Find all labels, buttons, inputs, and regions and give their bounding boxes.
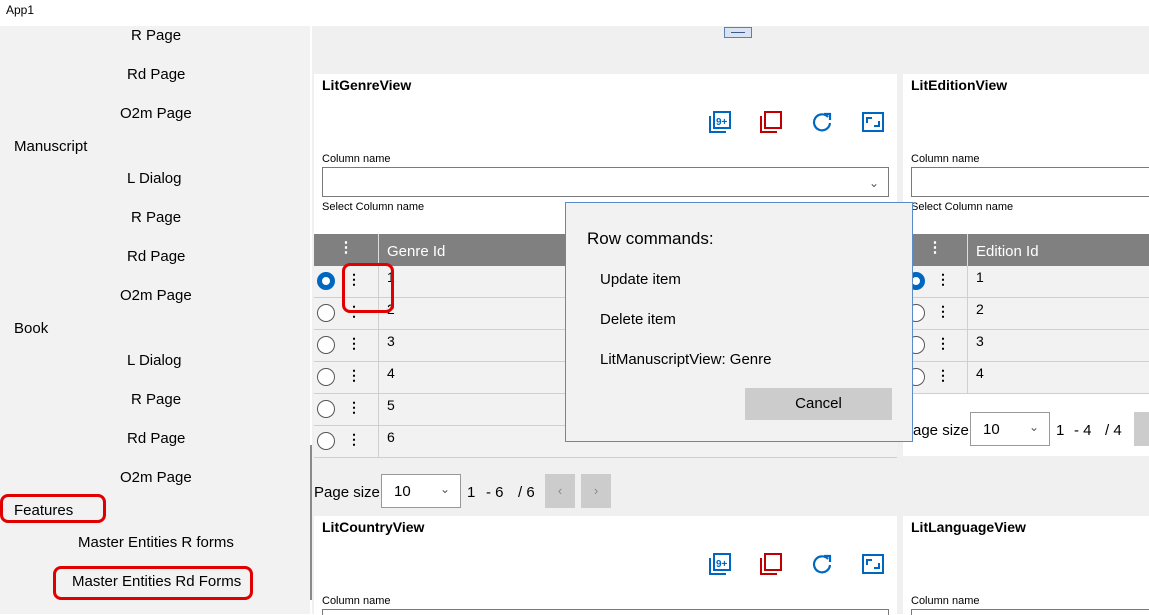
row-commands-flyout: Row commands: Update item Delete item Li… <box>565 202 913 442</box>
nav-group-book[interactable]: Book <box>14 320 48 337</box>
edition-id-column-header[interactable]: Edition Id <box>967 234 1039 266</box>
row-select-radio[interactable] <box>317 432 335 450</box>
page-size-combobox[interactable]: 10 ⌄ <box>970 412 1050 446</box>
delete-icon[interactable] <box>760 111 782 133</box>
row-select-radio[interactable] <box>317 400 335 418</box>
annotation-features-highlight <box>0 494 106 523</box>
row-select-radio[interactable] <box>317 304 335 322</box>
more-vertical-icon[interactable]: ⋮ <box>314 234 378 266</box>
chevron-down-icon: ⌄ <box>868 176 879 190</box>
delete-icon[interactable] <box>760 553 782 575</box>
nav-item-r-page[interactable]: R Page <box>131 27 181 44</box>
app-title: App1 <box>6 3 35 17</box>
prev-page-button[interactable] <box>1134 412 1149 446</box>
genre-id-column-header[interactable]: Genre Id <box>378 234 445 266</box>
next-page-button[interactable]: › <box>581 474 611 508</box>
add-many-icon[interactable]: 9+ <box>709 111 731 133</box>
row-select-radio[interactable] <box>317 336 335 354</box>
column-name-combobox[interactable] <box>322 609 889 615</box>
column-name-label: Column name <box>911 595 980 607</box>
range-start: 1 <box>1056 422 1065 439</box>
nav-item-l-dialog[interactable]: L Dialog <box>127 170 181 187</box>
row-menu-icon[interactable]: ⋮ <box>347 335 361 352</box>
open-manuscript-genre-command[interactable]: LitManuscriptView: Genre <box>600 351 771 368</box>
nav-item-rd-page[interactable]: Rd Page <box>127 248 185 265</box>
page-size-label: age size <box>913 422 969 439</box>
nav-item-o2m-page[interactable]: O2m Page <box>120 105 192 122</box>
chevron-down-icon: ⌄ <box>1028 420 1039 434</box>
title-bar: App1 <box>0 0 1149 26</box>
chevron-down-icon: ⌄ <box>439 482 450 496</box>
row-menu-icon[interactable]: ⋮ <box>347 367 361 384</box>
refresh-icon[interactable] <box>811 111 833 133</box>
nav-item-r-page[interactable]: R Page <box>131 209 181 226</box>
prev-page-button[interactable]: ‹ <box>545 474 575 508</box>
delete-item-command[interactable]: Delete item <box>600 311 676 328</box>
add-many-icon[interactable]: 9+ <box>709 553 731 575</box>
nav-item-rd-page[interactable]: Rd Page <box>127 430 185 447</box>
genre-panel-title: LitGenreView <box>322 77 412 93</box>
row-menu-icon[interactable]: ⋮ <box>347 399 361 416</box>
range-total: / 4 <box>1105 422 1122 439</box>
edition-panel-title: LitEditionView <box>911 77 1008 93</box>
nav-item-o2m-page[interactable]: O2m Page <box>120 287 192 304</box>
column-name-combobox[interactable] <box>911 167 1149 197</box>
column-name-label: Column name <box>322 153 391 165</box>
nav-item-master-entities-r-forms[interactable]: Master Entities R forms <box>78 534 234 551</box>
row-select-radio[interactable] <box>317 272 335 290</box>
cancel-button[interactable]: Cancel <box>745 388 892 420</box>
navigation-pane: R Page Rd Page O2m Page Manuscript L Dia… <box>0 26 310 614</box>
edition-id-cell: 2 <box>967 298 984 329</box>
row-menu-icon[interactable]: ⋮ <box>936 303 950 320</box>
column-name-combobox[interactable]: ⌄ <box>322 167 889 197</box>
edition-id-cell: 1 <box>967 266 984 297</box>
expand-icon[interactable] <box>862 553 884 575</box>
column-name-combobox[interactable] <box>911 609 1149 615</box>
row-menu-icon[interactable]: ⋮ <box>347 431 361 448</box>
annotation-master-entities-rd-highlight <box>53 566 253 600</box>
language-panel-title: LitLanguageView <box>911 519 1026 535</box>
edition-id-cell: 3 <box>967 330 984 361</box>
genre-id-cell: 4 <box>378 362 395 393</box>
nav-item-o2m-page[interactable]: O2m Page <box>120 469 192 486</box>
nav-item-rd-page[interactable]: Rd Page <box>127 66 185 83</box>
splitter-handle[interactable] <box>724 27 752 38</box>
row-menu-icon[interactable]: ⋮ <box>936 335 950 352</box>
table-row[interactable]: ⋮ 4 <box>903 362 1149 394</box>
table-row[interactable]: ⋮ 2 <box>903 298 1149 330</box>
expand-icon[interactable] <box>862 111 884 133</box>
table-row[interactable]: ⋮ 3 <box>903 330 1149 362</box>
genre-id-cell: 5 <box>378 394 395 425</box>
flyout-title: Row commands: <box>587 229 714 248</box>
country-panel-title: LitCountryView <box>322 519 425 535</box>
page-size-combobox[interactable]: 10 ⌄ <box>381 474 461 508</box>
svg-text:9+: 9+ <box>716 559 728 570</box>
row-select-radio[interactable] <box>317 368 335 386</box>
column-name-hint: Select Column name <box>911 201 1014 213</box>
nav-item-r-page[interactable]: R Page <box>131 391 181 408</box>
nav-item-l-dialog[interactable]: L Dialog <box>127 352 181 369</box>
range-end: - 4 <box>1074 422 1092 439</box>
update-item-command[interactable]: Update item <box>600 271 681 288</box>
column-name-hint: Select Column name <box>322 201 425 213</box>
refresh-icon[interactable] <box>811 553 833 575</box>
range-end: - 6 <box>486 484 504 501</box>
row-menu-icon[interactable]: ⋮ <box>936 367 950 384</box>
page-size-value: 10 <box>983 421 1000 438</box>
table-row[interactable]: ⋮ 1 <box>903 266 1149 298</box>
svg-text:9+: 9+ <box>716 117 728 128</box>
genre-id-cell: 3 <box>378 330 395 361</box>
genre-id-cell: 6 <box>378 426 395 457</box>
column-name-label: Column name <box>911 153 980 165</box>
page-size-value: 10 <box>394 483 411 500</box>
row-menu-icon[interactable]: ⋮ <box>936 271 950 288</box>
edition-grid-header: ⋮ Edition Id <box>903 234 1149 266</box>
page-size-label: Page size <box>314 484 380 501</box>
edition-id-cell: 4 <box>967 362 984 393</box>
nav-group-manuscript[interactable]: Manuscript <box>14 138 87 155</box>
annotation-row-menu-highlight <box>342 263 394 313</box>
column-name-label: Column name <box>322 595 391 607</box>
range-total: / 6 <box>518 484 535 501</box>
range-start: 1 <box>467 484 476 501</box>
